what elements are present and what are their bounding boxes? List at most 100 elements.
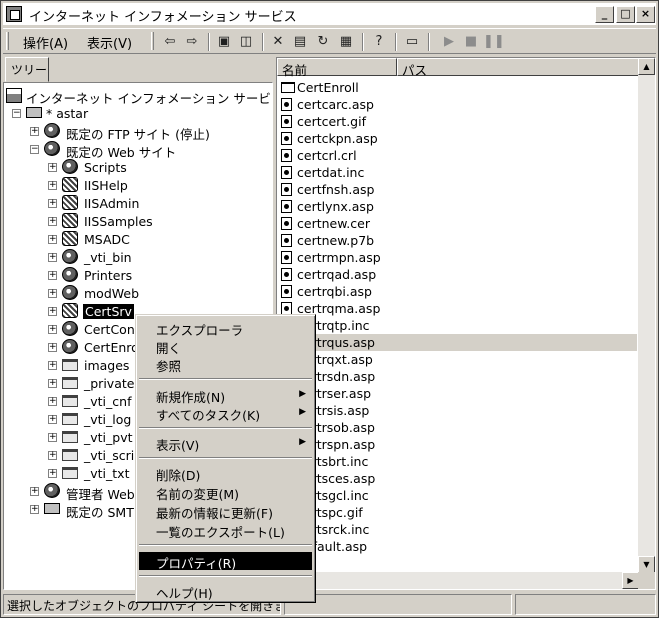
expand-icon[interactable]: +: [48, 217, 57, 226]
minimize-button[interactable]: _: [595, 6, 614, 23]
collapse-icon[interactable]: −: [30, 145, 39, 154]
toolbar-grip[interactable]: [151, 32, 154, 50]
scroll-right-icon[interactable]: ▶: [622, 572, 639, 589]
file-icon: [281, 285, 292, 298]
list-item-highlighted[interactable]: certrqus.asp: [279, 334, 637, 351]
list-item[interactable]: certrqbi.asp: [279, 283, 637, 300]
menu-item-view[interactable]: 表示(V) ▶: [139, 434, 312, 453]
expand-icon[interactable]: +: [48, 451, 57, 460]
expand-icon[interactable]: +: [48, 163, 57, 172]
list-item[interactable]: certsbrt.inc: [279, 453, 637, 470]
properties-icon[interactable]: ▤: [291, 33, 309, 50]
horizontal-scrollbar[interactable]: ▶: [277, 572, 639, 589]
menu-item-new[interactable]: 新規作成(N) ▶: [139, 386, 312, 405]
expand-icon[interactable]: +: [30, 127, 39, 136]
menu-item-refresh[interactable]: 最新の情報に更新(F): [139, 502, 312, 521]
menu-item-help[interactable]: ヘルプ(H): [139, 582, 312, 601]
list-item[interactable]: certdat.inc: [279, 164, 637, 181]
expand-icon[interactable]: +: [48, 199, 57, 208]
list-item[interactable]: certrsis.asp: [279, 402, 637, 419]
list-item[interactable]: certsgcl.inc: [279, 487, 637, 504]
list-item[interactable]: certfnsh.asp: [279, 181, 637, 198]
list-item[interactable]: CertEnroll: [279, 79, 637, 96]
menu-item-delete[interactable]: 削除(D): [139, 464, 312, 483]
title-bar[interactable]: インターネット インフォメーション サービス _ □ ×: [3, 3, 656, 25]
list-pane[interactable]: 名前 パス CertEnroll certcarc.asp certcert.g…: [276, 57, 656, 590]
expand-icon[interactable]: +: [48, 361, 57, 370]
tree-label: _vti_log: [84, 412, 132, 427]
list-item[interactable]: certrsob.asp: [279, 419, 637, 436]
computer-icon[interactable]: ▭: [403, 33, 421, 50]
collapse-icon[interactable]: −: [12, 109, 21, 118]
help-icon[interactable]: ?: [370, 33, 388, 50]
list-item[interactable]: certcarc.asp: [279, 96, 637, 113]
expand-icon[interactable]: +: [48, 181, 57, 190]
export-list-icon[interactable]: ▦: [337, 33, 355, 50]
expand-icon[interactable]: +: [30, 487, 39, 496]
tree-label: _vti_cnf: [84, 394, 132, 409]
expand-icon[interactable]: +: [48, 271, 57, 280]
menu-item-export-list[interactable]: 一覧のエクスポート(L): [139, 521, 312, 540]
file-icon: [281, 98, 292, 111]
close-button[interactable]: ×: [636, 6, 655, 23]
menu-view[interactable]: 表示(V): [87, 33, 132, 52]
list-item[interactable]: certcert.gif: [279, 113, 637, 130]
play-icon[interactable]: ▶: [440, 33, 458, 50]
list-item[interactable]: certrqad.asp: [279, 266, 637, 283]
expand-icon[interactable]: +: [48, 397, 57, 406]
menu-item-open[interactable]: 開く: [139, 337, 312, 356]
list-item[interactable]: certrser.asp: [279, 385, 637, 402]
menu-item-all-tasks[interactable]: すべてのタスク(K) ▶: [139, 404, 312, 423]
list-item[interactable]: certrqxt.asp: [279, 351, 637, 368]
list-item[interactable]: certrsdn.asp: [279, 368, 637, 385]
expand-icon[interactable]: +: [48, 379, 57, 388]
show-tree-icon[interactable]: ◫: [237, 33, 255, 50]
back-arrow-icon[interactable]: ⇦: [161, 33, 179, 50]
column-header-path[interactable]: パス: [397, 58, 639, 78]
forward-arrow-icon[interactable]: ⇨: [183, 33, 201, 50]
list-item[interactable]: certrmpn.asp: [279, 249, 637, 266]
menu-action[interactable]: 操作(A): [23, 33, 68, 52]
menu-item-browse[interactable]: 参照: [139, 355, 312, 374]
list-item[interactable]: default.asp: [279, 538, 637, 555]
expand-icon[interactable]: +: [48, 307, 57, 316]
scroll-up-icon[interactable]: ▲: [638, 58, 655, 75]
list-item[interactable]: certrqma.asp: [279, 300, 637, 317]
refresh-icon[interactable]: ↻: [314, 33, 332, 50]
vertical-scrollbar[interactable]: ▲ ▼: [638, 58, 655, 573]
expand-icon[interactable]: +: [48, 415, 57, 424]
expand-icon[interactable]: +: [30, 505, 39, 514]
tree-label: MSADC: [84, 232, 130, 247]
menu-item-explore[interactable]: エクスプローラ: [139, 319, 312, 338]
pause-icon[interactable]: ❚❚: [483, 33, 505, 50]
expand-icon[interactable]: +: [48, 343, 57, 352]
delete-icon[interactable]: ✕: [269, 33, 287, 50]
expand-icon[interactable]: +: [48, 325, 57, 334]
tree-label: _vti_txt: [84, 466, 130, 481]
scroll-down-icon[interactable]: ▼: [638, 556, 655, 573]
stop-icon[interactable]: ■: [462, 33, 480, 50]
menu-item-properties[interactable]: プロパティ(R): [139, 552, 312, 571]
list-item[interactable]: certrqtp.inc: [279, 317, 637, 334]
column-header-name[interactable]: 名前: [277, 58, 397, 78]
list-item[interactable]: certnew.p7b: [279, 232, 637, 249]
tab-tree[interactable]: ツリー: [5, 57, 49, 82]
expand-icon[interactable]: +: [48, 433, 57, 442]
list-item[interactable]: certlynx.asp: [279, 198, 637, 215]
list-item[interactable]: certrspn.asp: [279, 436, 637, 453]
up-folder-icon[interactable]: ▣: [215, 33, 233, 50]
list-item[interactable]: certnew.cer: [279, 215, 637, 232]
list-item[interactable]: certspc.gif: [279, 504, 637, 521]
expand-icon[interactable]: +: [48, 469, 57, 478]
list-item[interactable]: certckpn.asp: [279, 130, 637, 147]
menu-item-rename[interactable]: 名前の変更(M): [139, 483, 312, 502]
expand-icon[interactable]: +: [48, 289, 57, 298]
list-item[interactable]: certsces.asp: [279, 470, 637, 487]
maximize-button[interactable]: □: [616, 6, 635, 23]
expand-icon[interactable]: +: [48, 235, 57, 244]
list-item[interactable]: certcrl.crl: [279, 147, 637, 164]
list-item[interactable]: certsrck.inc: [279, 521, 637, 538]
status-bar: 選択したオブジェクトのプロパティ シートを開きます。: [3, 594, 656, 615]
toolbar-grip[interactable]: [6, 32, 9, 50]
expand-icon[interactable]: +: [48, 253, 57, 262]
